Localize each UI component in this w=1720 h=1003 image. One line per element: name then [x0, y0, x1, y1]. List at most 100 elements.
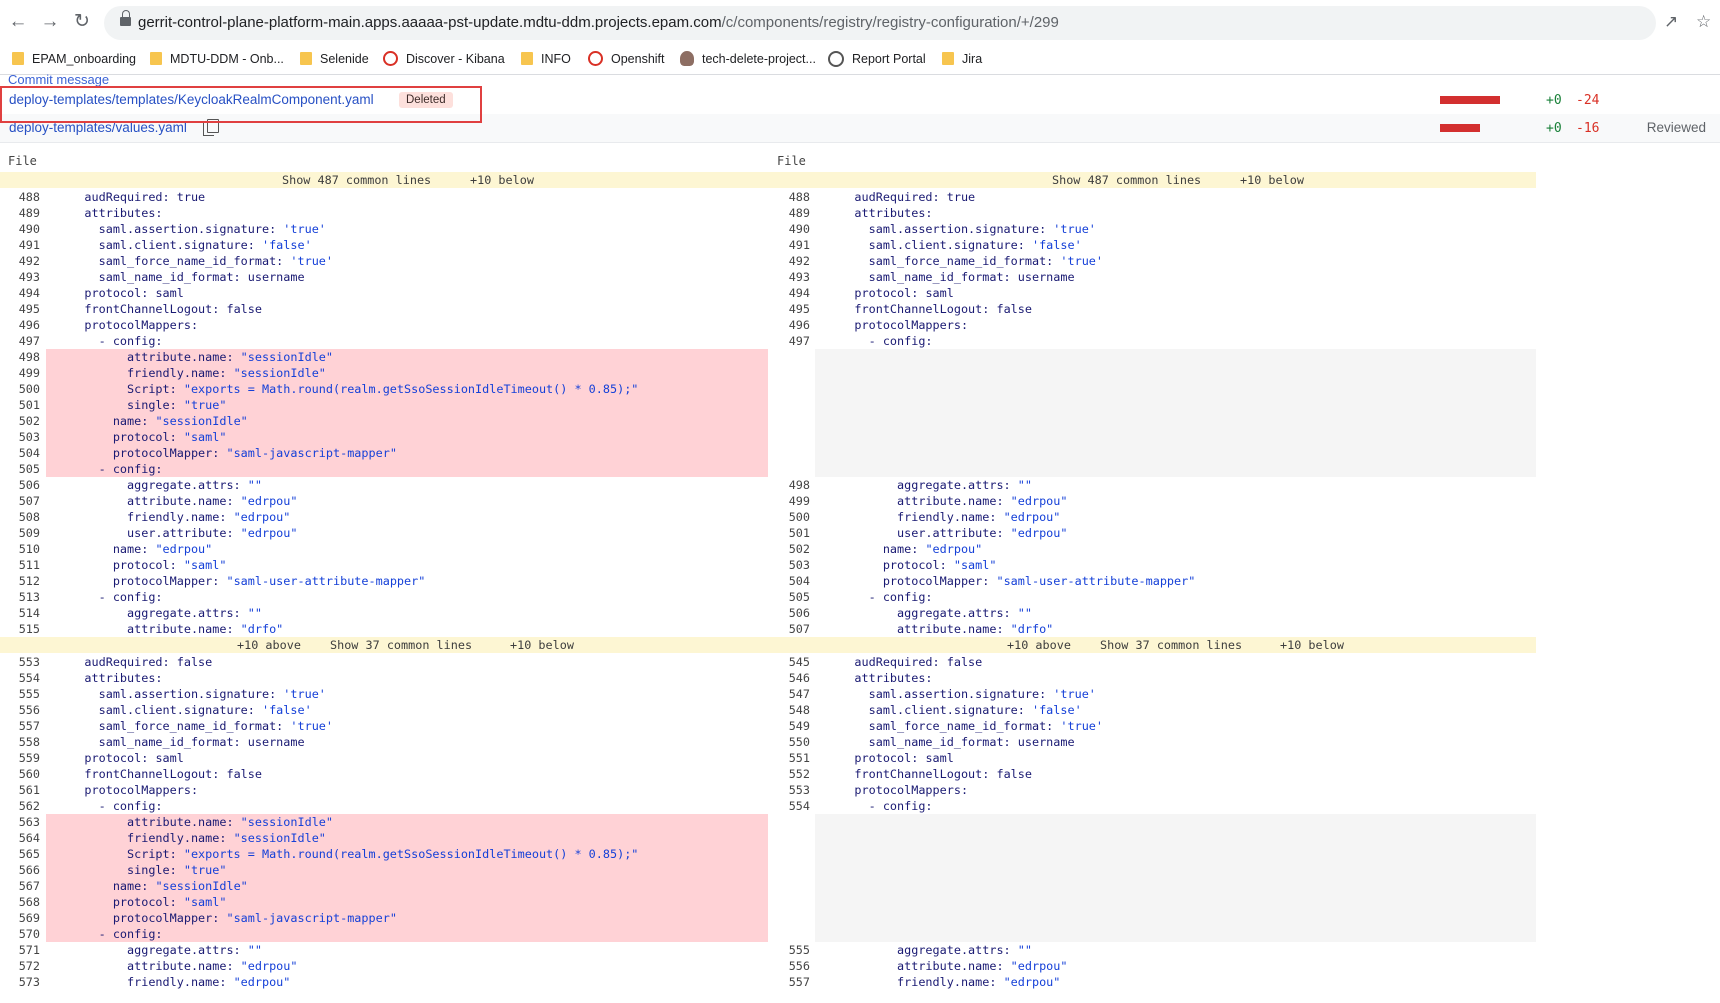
bookmark-item[interactable]: Jira — [942, 50, 982, 68]
left-line-number[interactable]: 559 — [0, 750, 40, 766]
right-line-number[interactable]: 551 — [770, 750, 810, 766]
left-line-number[interactable]: 561 — [0, 782, 40, 798]
left-line-number[interactable]: 557 — [0, 718, 40, 734]
right-line-number[interactable]: 490 — [770, 221, 810, 237]
left-line-number[interactable]: 500 — [0, 381, 40, 397]
left-line-number[interactable]: 555 — [0, 686, 40, 702]
left-line-number[interactable]: 507 — [0, 493, 40, 509]
left-line-number[interactable]: 498 — [0, 349, 40, 365]
left-line-number[interactable]: 493 — [0, 269, 40, 285]
left-line-number[interactable]: 494 — [0, 285, 40, 301]
left-line-number[interactable]: 501 — [0, 397, 40, 413]
left-line-number[interactable]: 489 — [0, 205, 40, 221]
left-line-number[interactable]: 556 — [0, 702, 40, 718]
right-line-number[interactable]: 496 — [770, 317, 810, 333]
right-line-number[interactable]: 505 — [770, 589, 810, 605]
left-line-number[interactable]: 569 — [0, 910, 40, 926]
address-bar[interactable]: gerrit-control-plane-platform-main.apps.… — [104, 6, 1656, 40]
right-line-number[interactable]: 506 — [770, 605, 810, 621]
left-line-number[interactable]: 565 — [0, 846, 40, 862]
right-line-number[interactable]: 546 — [770, 670, 810, 686]
left-line-number[interactable]: 513 — [0, 589, 40, 605]
right-line-number[interactable]: 493 — [770, 269, 810, 285]
right-line-number[interactable]: 498 — [770, 477, 810, 493]
left-line-number[interactable]: 503 — [0, 429, 40, 445]
reload-icon[interactable]: ↻ — [70, 10, 94, 34]
left-line-number[interactable]: 568 — [0, 894, 40, 910]
right-line-number[interactable]: 549 — [770, 718, 810, 734]
right-line-number[interactable]: 502 — [770, 541, 810, 557]
left-line-number[interactable]: 511 — [0, 557, 40, 573]
right-line-number[interactable]: 499 — [770, 493, 810, 509]
right-line-number[interactable]: 547 — [770, 686, 810, 702]
reviewed-status[interactable]: Reviewed — [1647, 120, 1706, 135]
show-below-button[interactable]: +10 below — [510, 637, 574, 653]
bookmark-item[interactable]: Selenide — [300, 50, 369, 68]
left-line-number[interactable]: 514 — [0, 605, 40, 621]
right-line-number[interactable]: 489 — [770, 205, 810, 221]
right-line-number[interactable]: 497 — [770, 333, 810, 349]
left-line-number[interactable]: 504 — [0, 445, 40, 461]
right-line-number[interactable]: 557 — [770, 974, 810, 990]
right-line-number[interactable]: 553 — [770, 782, 810, 798]
right-line-number[interactable]: 554 — [770, 798, 810, 814]
commit-message-link[interactable]: Commit message — [8, 72, 109, 87]
left-line-number[interactable]: 509 — [0, 525, 40, 541]
right-line-number[interactable]: 488 — [770, 189, 810, 205]
right-line-number[interactable]: 491 — [770, 237, 810, 253]
left-line-number[interactable]: 496 — [0, 317, 40, 333]
star-icon[interactable]: ☆ — [1696, 12, 1711, 32]
left-line-number[interactable]: 564 — [0, 830, 40, 846]
show-below-button[interactable]: +10 below — [1240, 172, 1304, 188]
left-line-number[interactable]: 508 — [0, 509, 40, 525]
right-line-number[interactable]: 507 — [770, 621, 810, 637]
show-below-button[interactable]: +10 below — [470, 172, 534, 188]
show-common-lines-button[interactable]: Show 37 common lines — [1100, 637, 1242, 653]
left-line-number[interactable]: 491 — [0, 237, 40, 253]
right-line-number[interactable]: 504 — [770, 573, 810, 589]
left-line-number[interactable]: 553 — [0, 654, 40, 670]
left-line-number[interactable]: 573 — [0, 974, 40, 990]
left-line-number[interactable]: 562 — [0, 798, 40, 814]
bookmark-item[interactable]: Discover - Kibana — [383, 50, 505, 68]
bookmark-item[interactable]: INFO — [521, 50, 571, 68]
left-line-number[interactable]: 497 — [0, 333, 40, 349]
share-icon[interactable]: ↗ — [1664, 12, 1678, 32]
back-arrow-icon[interactable]: ← — [6, 10, 30, 34]
left-line-number[interactable]: 495 — [0, 301, 40, 317]
left-line-number[interactable]: 505 — [0, 461, 40, 477]
left-line-number[interactable]: 499 — [0, 365, 40, 381]
left-line-number[interactable]: 567 — [0, 878, 40, 894]
right-line-number[interactable]: 555 — [770, 942, 810, 958]
bookmark-item[interactable]: Openshift — [588, 50, 665, 68]
show-below-button[interactable]: +10 below — [1280, 637, 1344, 653]
left-line-number[interactable]: 515 — [0, 621, 40, 637]
bookmark-item[interactable]: EPAM_onboarding — [12, 50, 136, 68]
left-line-number[interactable]: 558 — [0, 734, 40, 750]
left-line-number[interactable]: 502 — [0, 413, 40, 429]
right-line-number[interactable]: 550 — [770, 734, 810, 750]
right-line-number[interactable]: 500 — [770, 509, 810, 525]
url-text[interactable]: gerrit-control-plane-platform-main.apps.… — [138, 14, 1059, 31]
right-line-number[interactable]: 492 — [770, 253, 810, 269]
right-line-number[interactable]: 545 — [770, 654, 810, 670]
left-line-number[interactable]: 566 — [0, 862, 40, 878]
left-line-number[interactable]: 512 — [0, 573, 40, 589]
bookmark-item[interactable]: tech-delete-project... — [680, 50, 816, 68]
show-above-button[interactable]: +10 above — [1007, 637, 1071, 653]
show-common-lines-button[interactable]: Show 487 common lines — [282, 172, 431, 188]
bookmark-item[interactable]: MDTU-DDM - Onb... — [150, 50, 284, 68]
right-line-number[interactable]: 501 — [770, 525, 810, 541]
left-line-number[interactable]: 554 — [0, 670, 40, 686]
right-line-number[interactable]: 503 — [770, 557, 810, 573]
left-line-number[interactable]: 560 — [0, 766, 40, 782]
left-line-number[interactable]: 492 — [0, 253, 40, 269]
right-line-number[interactable]: 494 — [770, 285, 810, 301]
right-line-number[interactable]: 495 — [770, 301, 810, 317]
left-line-number[interactable]: 490 — [0, 221, 40, 237]
forward-arrow-icon[interactable]: → — [38, 10, 62, 34]
right-line-number[interactable]: 552 — [770, 766, 810, 782]
right-line-number[interactable]: 548 — [770, 702, 810, 718]
right-line-number[interactable]: 556 — [770, 958, 810, 974]
show-common-lines-button[interactable]: Show 487 common lines — [1052, 172, 1201, 188]
